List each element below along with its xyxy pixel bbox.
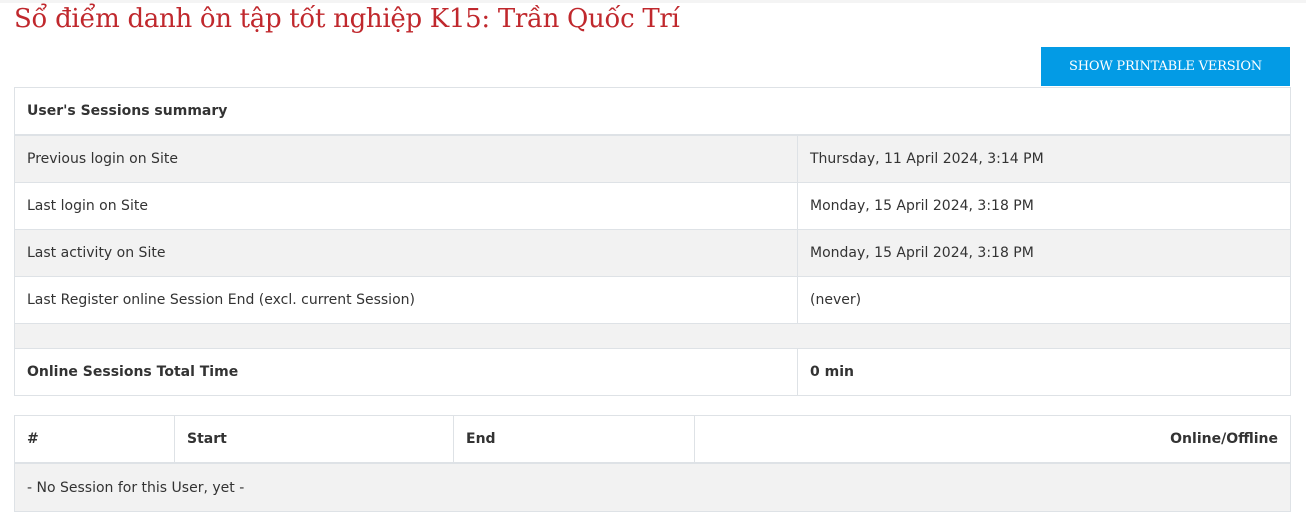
spacer-row	[14, 323, 1291, 349]
summary-heading: User's Sessions summary	[14, 87, 1291, 136]
summary-row: Last login on Site Monday, 15 April 2024,…	[14, 182, 1291, 230]
sessions-table: # Start End Online/Offline - No Session …	[14, 415, 1291, 512]
row-value: Monday, 15 April 2024, 3:18 PM	[797, 182, 1291, 230]
total-time-value: 0 min	[797, 348, 1291, 396]
summary-header-row: User's Sessions summary	[14, 87, 1291, 136]
row-value: Monday, 15 April 2024, 3:18 PM	[797, 229, 1291, 277]
row-value: (never)	[797, 276, 1291, 324]
empty-row: - No Session for this User, yet -	[14, 462, 1291, 512]
top-border	[0, 0, 1306, 3]
row-label: Last login on Site	[14, 182, 798, 230]
row-value: Thursday, 11 April 2024, 3:14 PM	[797, 134, 1291, 183]
row-label: Previous login on Site	[14, 134, 798, 183]
row-label: Last activity on Site	[14, 229, 798, 277]
sessions-header-row: # Start End Online/Offline	[14, 415, 1291, 464]
row-label: Last Register online Session End (excl. …	[14, 276, 798, 324]
summary-row: Previous login on Site Thursday, 11 April…	[14, 134, 1291, 183]
total-time-row: Online Sessions Total Time 0 min	[14, 348, 1291, 396]
page-title: Sổ điểm danh ôn tập tốt nghiệp K15: Trần…	[14, 4, 680, 34]
spacer-cell	[14, 323, 1291, 349]
sessions-summary-table: User's Sessions summary Previous login o…	[14, 87, 1291, 396]
col-start: Start	[174, 415, 454, 464]
show-printable-version-button[interactable]: SHOW PRINTABLE VERSION	[1041, 47, 1290, 86]
col-end: End	[453, 415, 695, 464]
no-session-message: - No Session for this User, yet -	[14, 462, 1291, 512]
col-number: #	[14, 415, 175, 464]
summary-row: Last Register online Session End (excl. …	[14, 276, 1291, 324]
total-time-label: Online Sessions Total Time	[14, 348, 798, 396]
summary-row: Last activity on Site Monday, 15 April 20…	[14, 229, 1291, 277]
col-online-offline: Online/Offline	[694, 415, 1291, 464]
